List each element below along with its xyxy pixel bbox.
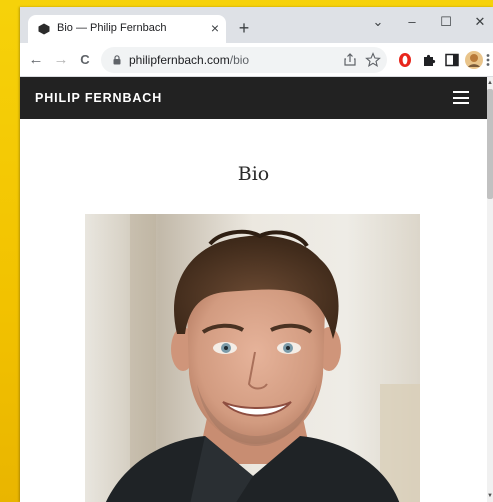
active-tab[interactable]: Bio — Philip Fernbach × <box>28 15 226 43</box>
reload-button[interactable]: C <box>76 51 94 69</box>
browser-window: Bio — Philip Fernbach × + ⌄ – ☐ ✕ ← → C … <box>20 7 493 502</box>
site-header: PHILIP FERNBACH <box>20 77 487 119</box>
scroll-down-icon[interactable]: ▼ <box>487 492 493 500</box>
page-scrollbar[interactable]: ▲ ▼ <box>487 77 493 502</box>
opera-extension-icon[interactable] <box>396 51 414 69</box>
kebab-menu-icon[interactable] <box>484 51 492 69</box>
url-path: /bio <box>229 53 250 67</box>
tab-search-dropdown-icon[interactable]: ⌄ <box>368 13 388 31</box>
page-viewport: PHILIP FERNBACH Bio ▲ ▼ <box>20 77 493 502</box>
tab-close-icon[interactable]: × <box>208 20 222 36</box>
url-domain: philipfernbach.com <box>129 53 230 67</box>
address-bar[interactable]: philipfernbach.com/bio <box>101 47 387 73</box>
puzzle-icon[interactable] <box>420 51 438 69</box>
new-tab-button[interactable]: + <box>235 19 253 37</box>
tab-strip: Bio — Philip Fernbach × + ⌄ – ☐ ✕ <box>20 7 493 43</box>
portrait-photo <box>85 214 420 502</box>
site-name[interactable]: PHILIP FERNBACH <box>35 91 162 105</box>
scrollbar-thumb[interactable] <box>487 89 493 199</box>
forward-button[interactable]: → <box>52 51 70 69</box>
scroll-up-icon[interactable]: ▲ <box>487 79 493 87</box>
close-window-button[interactable]: ✕ <box>470 13 490 31</box>
url-text: philipfernbach.com/bio <box>129 53 249 67</box>
back-button[interactable]: ← <box>27 51 45 69</box>
page-title: Bio <box>237 163 270 185</box>
browser-toolbar: ← → C philipfernbach.com/bio <box>20 43 493 77</box>
lock-icon <box>113 55 121 65</box>
star-icon[interactable] <box>364 51 382 69</box>
profile-avatar[interactable] <box>464 50 484 70</box>
minimize-button[interactable]: – <box>402 13 422 31</box>
side-panel-icon[interactable] <box>443 51 461 69</box>
site-favicon-icon <box>38 23 50 35</box>
maximize-button[interactable]: ☐ <box>436 13 456 31</box>
hamburger-menu-icon[interactable] <box>453 91 469 104</box>
tab-title: Bio — Philip Fernbach <box>57 22 167 34</box>
share-icon[interactable] <box>341 51 359 69</box>
